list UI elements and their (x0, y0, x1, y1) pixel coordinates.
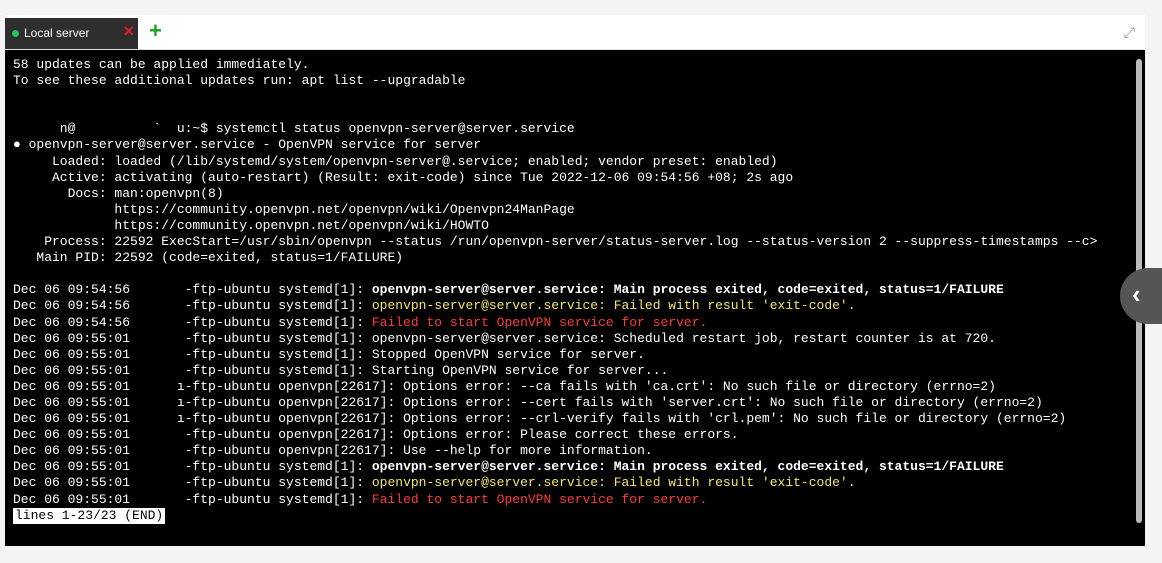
terminal-line: https://community.openvpn.net/openvpn/wi… (13, 202, 1133, 218)
line-message: openvpn-server@server.service: Failed wi… (371, 475, 856, 491)
terminal-line: Dec 06 09:55:01 -ftp-ubuntu systemd[1]: … (13, 492, 1133, 508)
chevron-left-icon: ‹ (1132, 279, 1141, 309)
terminal-line: Main PID: 22592 (code=exited, status=1/F… (13, 250, 1133, 266)
tab-local-server[interactable]: Local server × (5, 18, 138, 49)
line-text: Dec 06 09:55:01 -ftp-ubuntu openvpn[2261… (13, 427, 739, 443)
terminal-line: Dec 06 09:55:01 ı-ftp-ubuntu openvpn[226… (13, 411, 1133, 427)
tab-label: Local server (24, 26, 90, 40)
line-text: To see these additional updates run: apt… (13, 73, 466, 89)
line-message: Failed to start OpenVPN service for serv… (371, 491, 708, 507)
line-text: Docs: man:openvpn(8) (13, 185, 224, 201)
line-text: Dec 06 09:55:01 -ftp-ubuntu systemd[1]: … (13, 346, 645, 362)
line-text: Dec 06 09:54:56 -ftp-ubuntu systemd[1]: (13, 314, 372, 330)
add-tab-button[interactable]: + (149, 19, 162, 43)
terminal-line: Process: 22592 ExecStart=/usr/sbin/openv… (13, 234, 1133, 250)
line-text: Dec 06 09:55:01 ı-ftp-ubuntu openvpn[226… (13, 394, 1043, 410)
terminal-line: ● openvpn-server@server.service - OpenVP… (13, 137, 1133, 153)
line-message: openvpn-server@server.service: Failed wi… (371, 298, 856, 314)
line-text: https://community.openvpn.net/openvpn/wi… (13, 201, 575, 217)
tab-bar: Local server × + ⤢ (5, 15, 1145, 50)
line-text: n@ ` u:~$ systemctl status openvpn-serve… (13, 121, 575, 137)
line-text: Dec 06 09:55:01 ı-ftp-ubuntu openvpn[226… (13, 411, 1067, 427)
line-text: Active: activating (auto-restart) (Resul… (13, 169, 794, 185)
expand-icon[interactable]: ⤢ (1124, 24, 1135, 41)
pager-status-line: lines 1-23/23 (END) (13, 507, 1133, 524)
line-text: Dec 06 09:55:01 -ftp-ubuntu systemd[1]: (13, 459, 372, 475)
connection-status-icon (12, 30, 19, 37)
terminal-line: https://community.openvpn.net/openvpn/wi… (13, 218, 1133, 234)
line-text: Dec 06 09:55:01 -ftp-ubuntu systemd[1]: (13, 475, 372, 491)
line-message: openvpn-server@server.service: Main proc… (371, 282, 1004, 298)
terminal-line: Dec 06 09:55:01 -ftp-ubuntu systemd[1]: … (13, 363, 1133, 379)
terminal-line: Dec 06 09:55:01 -ftp-ubuntu systemd[1]: … (13, 475, 1133, 491)
terminal-line: To see these additional updates run: apt… (13, 73, 1133, 89)
line-text: Dec 06 09:55:01 -ftp-ubuntu openvpn[2261… (13, 443, 653, 459)
line-text: Main PID: 22592 (code=exited, status=1/F… (13, 250, 404, 266)
terminal-line: Dec 06 09:55:01 -ftp-ubuntu systemd[1]: … (13, 459, 1133, 475)
line-message: Failed to start OpenVPN service for serv… (371, 314, 708, 330)
pager-status: lines 1-23/23 (END) (13, 507, 166, 524)
terminal-line: Loaded: loaded (/lib/systemd/system/open… (13, 154, 1133, 170)
terminal-line: Dec 06 09:54:56 -ftp-ubuntu systemd[1]: … (13, 315, 1133, 331)
terminal-line: Dec 06 09:55:01 -ftp-ubuntu systemd[1]: … (13, 331, 1133, 347)
terminal-line: n@ ` u:~$ systemctl status openvpn-serve… (13, 121, 1133, 137)
terminal-output[interactable]: 58 updates can be applied immediately. To… (13, 57, 1133, 537)
line-text: https://community.openvpn.net/openvpn/wi… (13, 217, 489, 233)
terminal-line: Dec 06 09:55:01 ı-ftp-ubuntu openvpn[226… (13, 395, 1133, 411)
line-text: Dec 06 09:55:01 -ftp-ubuntu systemd[1]: (13, 491, 372, 507)
terminal-line: Docs: man:openvpn(8) (13, 186, 1133, 202)
terminal-line: Dec 06 09:55:01 -ftp-ubuntu openvpn[2261… (13, 427, 1133, 443)
line-text: Loaded: loaded (/lib/systemd/system/open… (13, 153, 778, 169)
line-text: Dec 06 09:54:56 -ftp-ubuntu systemd[1]: (13, 298, 372, 314)
close-icon[interactable]: × (123, 21, 134, 41)
line-text: Dec 06 09:55:01 -ftp-ubuntu systemd[1]: … (13, 362, 669, 378)
line-text: ● openvpn-server@server.service - OpenVP… (13, 137, 482, 153)
terminal-window: Local server × + ⤢ 58 updates can be app… (5, 15, 1145, 546)
terminal-line: Dec 06 09:54:56 -ftp-ubuntu systemd[1]: … (13, 298, 1133, 314)
terminal-line: Dec 06 09:55:01 -ftp-ubuntu openvpn[2261… (13, 443, 1133, 459)
terminal-line: Dec 06 09:54:56 -ftp-ubuntu systemd[1]: … (13, 282, 1133, 298)
line-text: Dec 06 09:55:01 -ftp-ubuntu systemd[1]: … (13, 330, 996, 346)
line-text: Dec 06 09:55:01 ı-ftp-ubuntu openvpn[226… (13, 378, 996, 394)
line-text: Dec 06 09:54:56 -ftp-ubuntu systemd[1]: (13, 282, 372, 298)
terminal-line: Dec 06 09:55:01 -ftp-ubuntu systemd[1]: … (13, 347, 1133, 363)
line-text: Process: 22592 ExecStart=/usr/sbin/openv… (13, 234, 1098, 250)
line-text: 58 updates can be applied immediately. (13, 57, 310, 72)
line-message: openvpn-server@server.service: Main proc… (371, 459, 1004, 475)
terminal-line: 58 updates can be applied immediately. (13, 57, 1133, 73)
terminal-line: Active: activating (auto-restart) (Resul… (13, 170, 1133, 186)
terminal-line: Dec 06 09:55:01 ı-ftp-ubuntu openvpn[226… (13, 379, 1133, 395)
